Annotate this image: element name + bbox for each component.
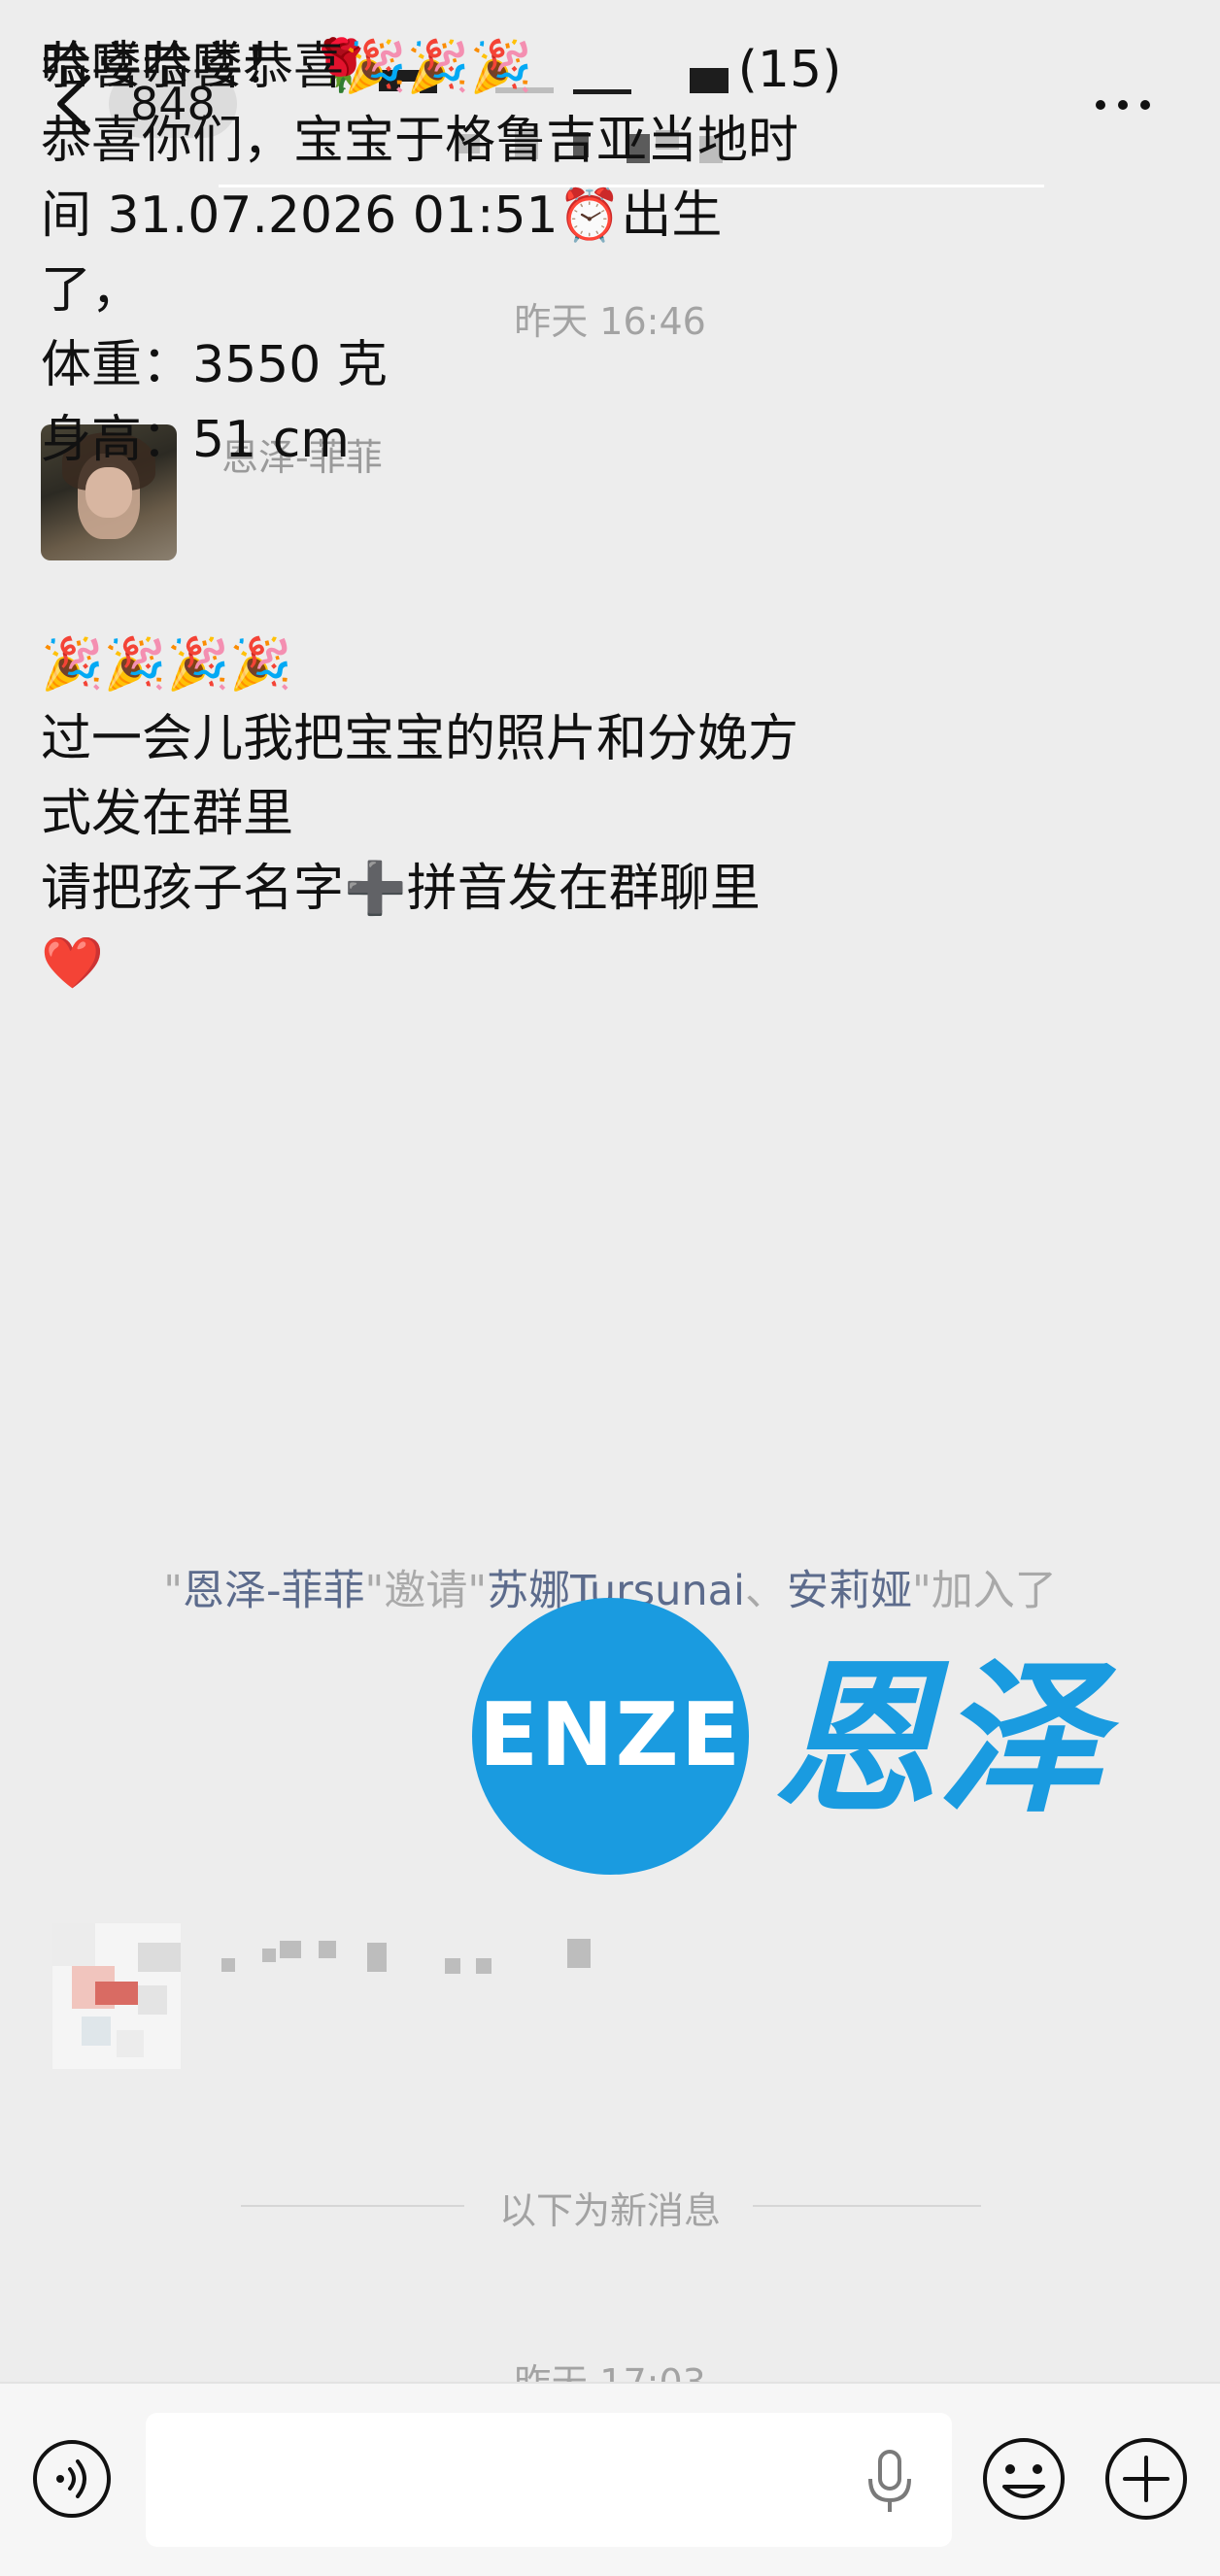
more-options-icon[interactable]: [1093, 92, 1153, 118]
inviter-link[interactable]: 恩泽-菲菲: [183, 1567, 365, 1615]
enze-logo-chinese: 恩泽: [772, 1642, 1103, 1836]
microphone-icon[interactable]: [864, 2448, 915, 2516]
enze-logo-text: ENZE: [478, 1684, 743, 1786]
new-messages-divider: 以下为新消息: [498, 2189, 721, 2232]
invite-text: "邀请": [364, 1567, 488, 1615]
joined-text: "加入了: [911, 1567, 1057, 1615]
add-more-icon[interactable]: [1103, 2436, 1189, 2522]
message-bubble[interactable]: 哈喽哈喽！ 🌹 恭喜你们，宝宝于格鲁吉亚当地时间 31.07.2026 01:5…: [0, 0, 837, 1025]
redacted-sender-name: [221, 1939, 610, 1978]
voice-input-icon[interactable]: [31, 2438, 113, 2520]
quote: ": [163, 1567, 184, 1615]
divider-line-right: [753, 2205, 981, 2207]
message-bubble[interactable]: 恭喜恭喜恭喜🎉🎉🎉: [0, 38, 627, 1159]
message-text: 恭喜恭喜恭喜🎉🎉🎉: [41, 38, 533, 96]
invitee-link[interactable]: 安莉娅: [787, 1567, 912, 1615]
message-input[interactable]: [146, 2413, 952, 2547]
message-text: 哈喽哈喽！ 🌹 恭喜你们，宝宝于格鲁吉亚当地时间 31.07.2026 01:5…: [41, 37, 799, 993]
separator: 、: [744, 1567, 787, 1615]
emoji-icon[interactable]: [981, 2436, 1067, 2522]
sender-avatar[interactable]: [52, 1923, 181, 2069]
